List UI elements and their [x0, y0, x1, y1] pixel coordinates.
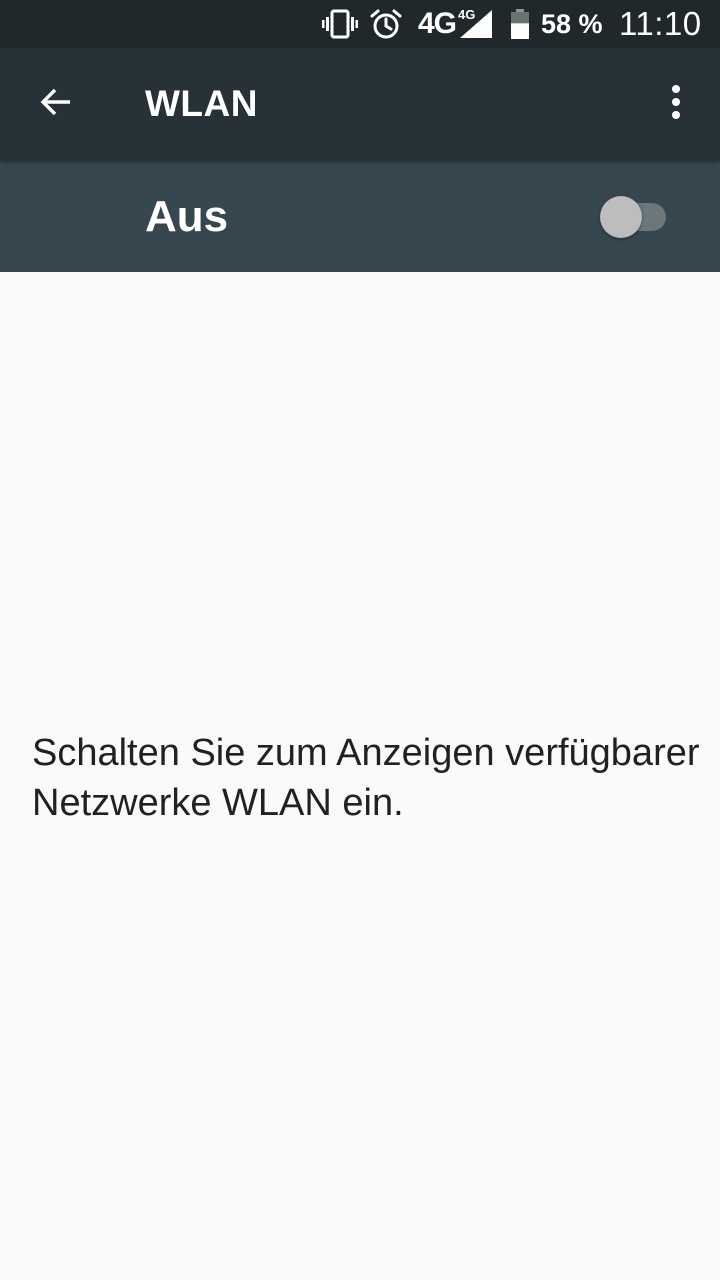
- overflow-menu-button[interactable]: [652, 76, 700, 132]
- arrow-left-icon: [38, 84, 74, 125]
- alarm-icon: [370, 0, 402, 48]
- wifi-switch-label: Aus: [145, 192, 229, 241]
- battery-icon: [510, 0, 530, 48]
- clock: 11:10: [619, 5, 702, 42]
- wifi-switch-bar[interactable]: Aus: [0, 160, 720, 272]
- toolbar: WLAN: [0, 48, 720, 160]
- vibrate-icon: [322, 0, 358, 48]
- battery-percent: 58 %: [541, 8, 603, 39]
- status-bar: 4G 4G 58 % 11:10: [0, 0, 720, 48]
- network-type-label: 4G: [418, 7, 457, 40]
- empty-state-message: Schalten Sie zum Anzeigen verfügbarer Ne…: [32, 732, 700, 824]
- back-button[interactable]: [24, 76, 88, 132]
- signal-icon: [458, 0, 494, 48]
- toggle-thumb: [600, 196, 642, 238]
- wifi-toggle-switch[interactable]: [598, 196, 670, 238]
- page-title: WLAN: [145, 83, 258, 124]
- content-area: Schalten Sie zum Anzeigen verfügbarer Ne…: [0, 272, 720, 1280]
- more-vert-icon: [671, 84, 681, 125]
